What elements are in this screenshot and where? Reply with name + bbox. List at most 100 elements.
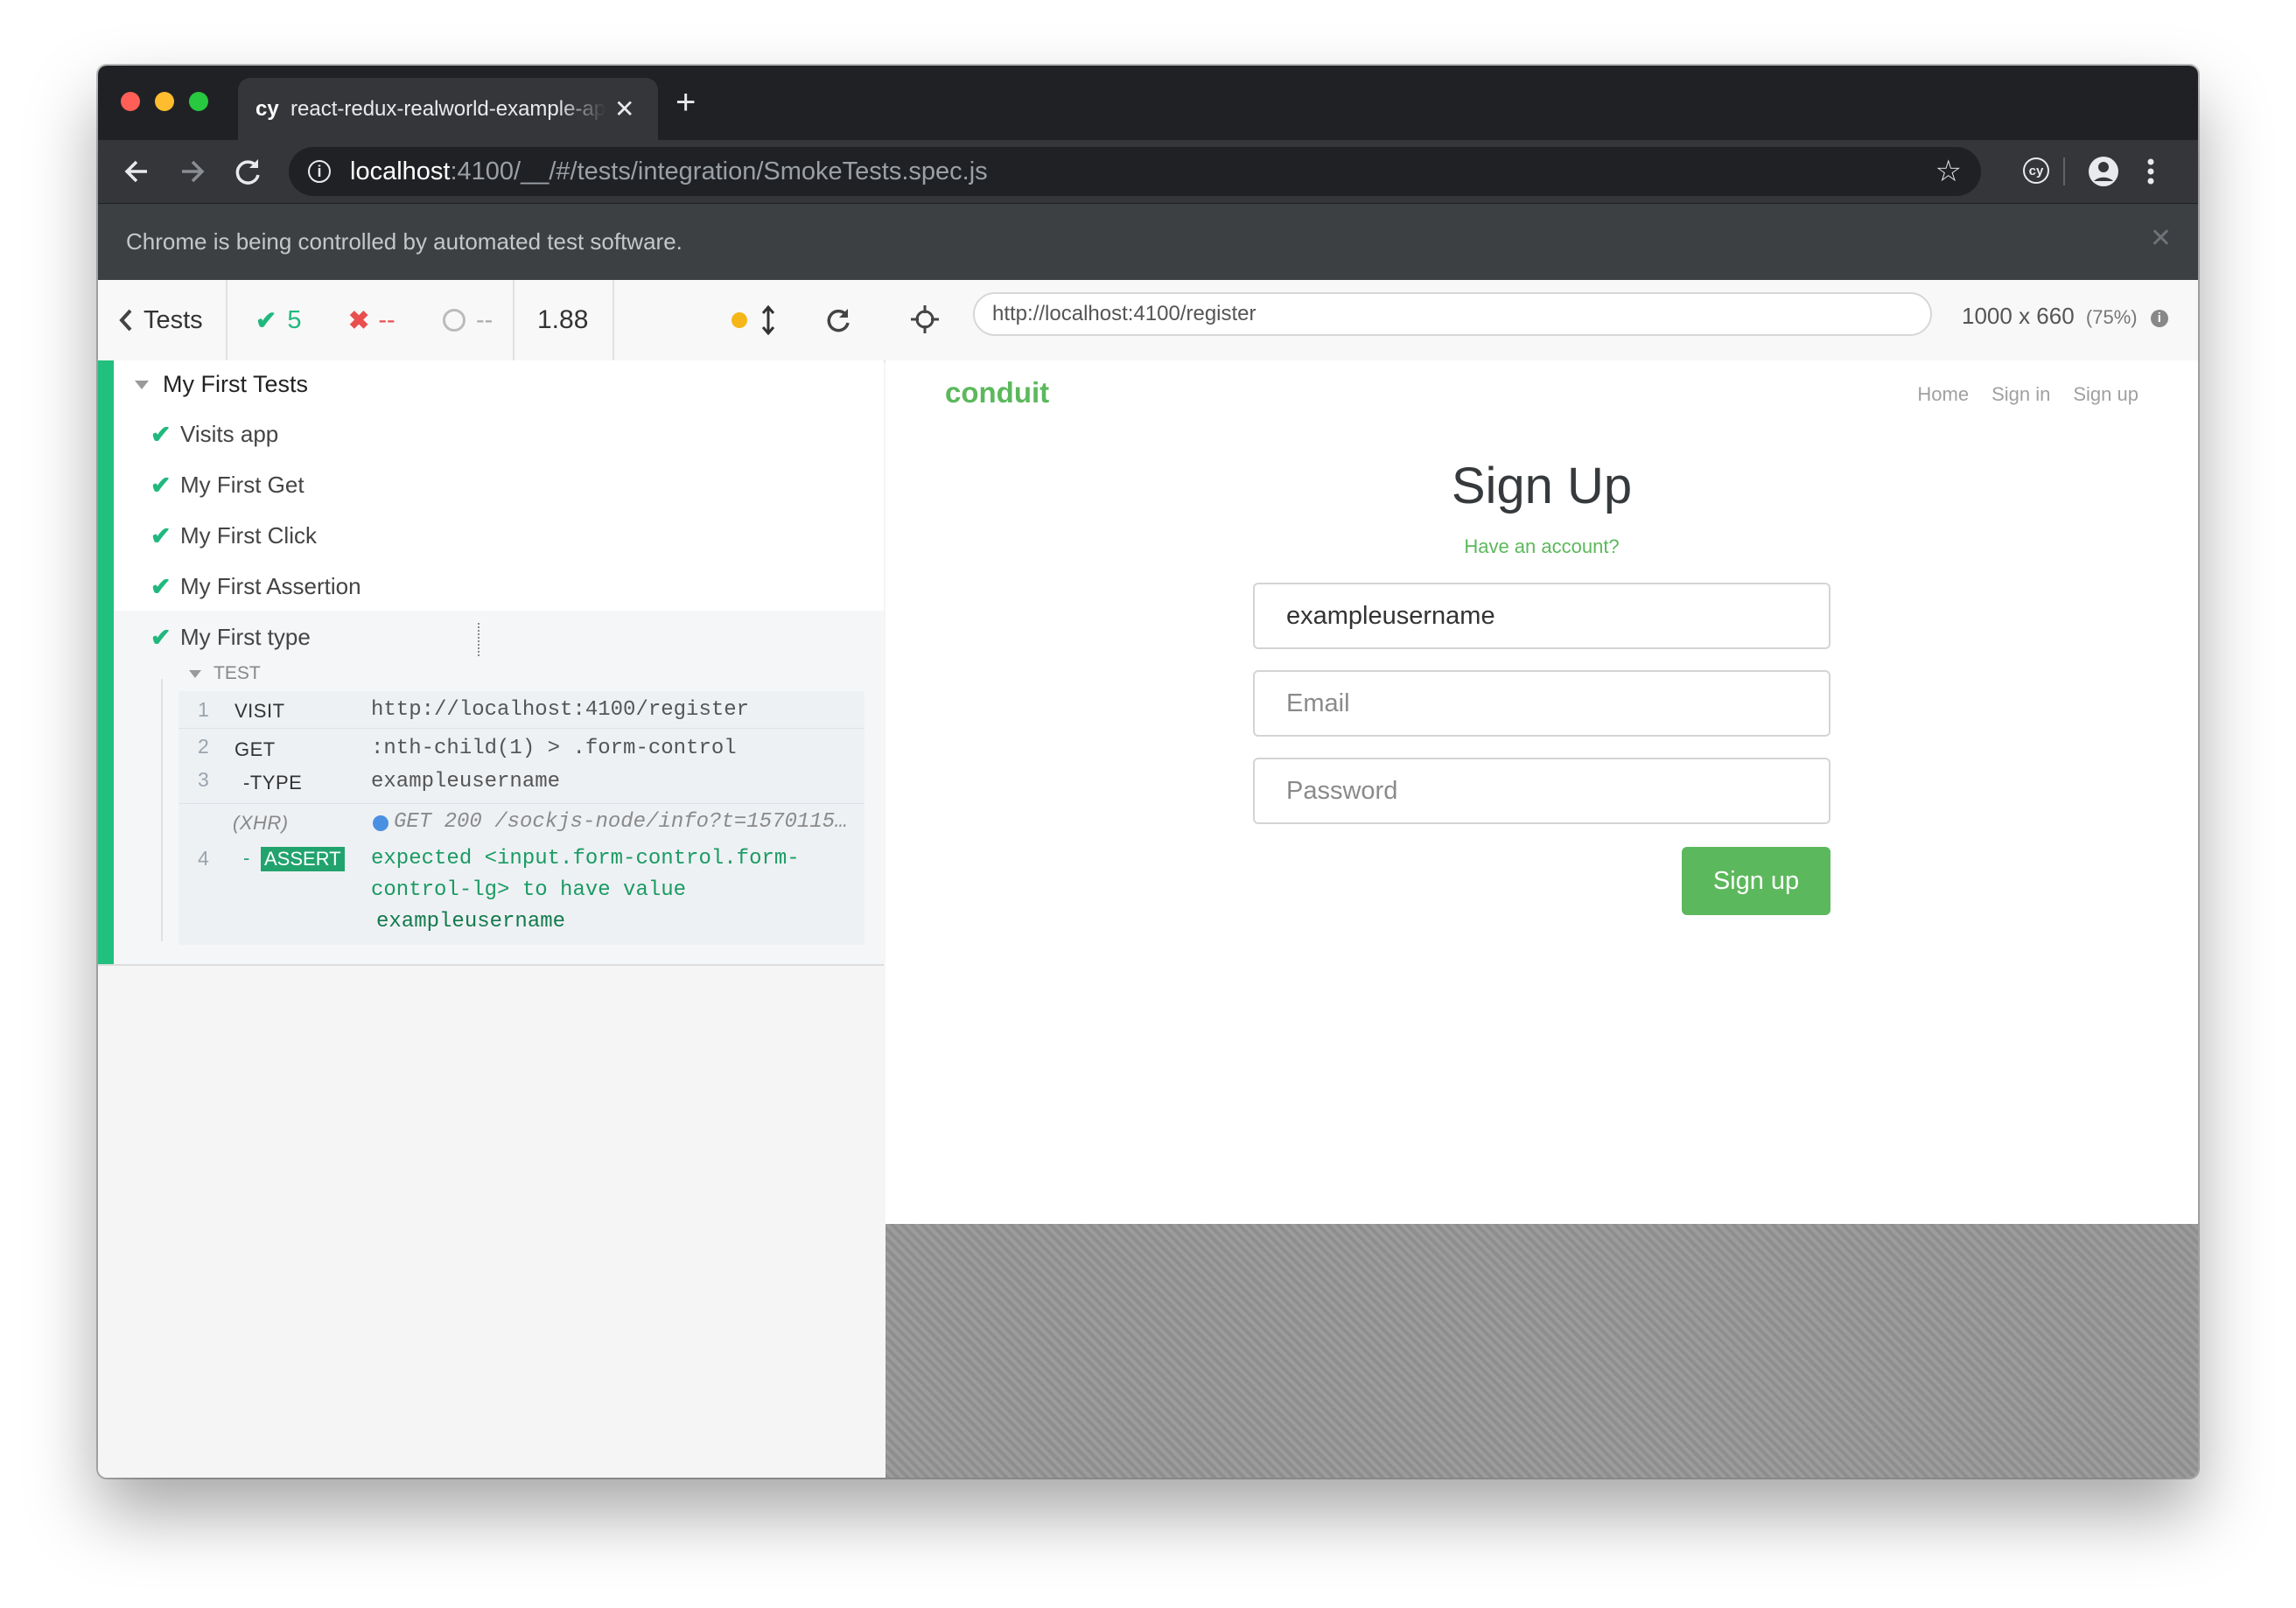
command-name: VISIT [234,700,285,722]
command-row[interactable]: 3 -TYPE exampleusername [178,766,864,804]
bookmark-star-icon[interactable]: ☆ [1936,154,1962,189]
command-number: 2 [198,735,209,758]
minimize-window-button[interactable] [155,92,174,111]
toolbar-divider [2063,157,2065,185]
maximize-window-button[interactable] [189,92,208,111]
failed-stat: ✖ -- [348,280,396,360]
browser-menu-icon[interactable] [2146,152,2156,195]
nav-link-home[interactable]: Home [1917,383,1969,406]
pass-check-icon: ✔ [150,522,172,549]
collapse-triangle-icon[interactable] [135,380,149,389]
pending-stat: -- [443,280,493,360]
url-path: :4100/__/#/tests/integration/SmokeTests.… [450,157,988,185]
passed-check-icon: ✔ [256,306,277,335]
reload-icon [235,159,260,185]
xhr-status-dot-icon [373,815,388,831]
command-name: -TYPE [243,772,303,794]
sign-up-button[interactable]: Sign up [1682,847,1830,915]
passed-stat: ✔ 5 [256,280,301,360]
tests-back-button[interactable]: Tests [117,280,203,360]
command-row[interactable]: 2 GET :nth-child(1) > .form-control [178,728,864,766]
infobar-close-icon[interactable]: ✕ [2150,223,2172,254]
failed-count: -- [378,305,396,334]
username-field[interactable]: exampleusername [1253,583,1830,649]
back-button[interactable] [122,152,150,200]
pass-check-icon: ✔ [150,573,172,600]
aut-url-field[interactable]: http://localhost:4100/register [973,292,1932,336]
conduit-logo[interactable]: conduit [945,376,1049,409]
profile-avatar-icon[interactable] [2086,152,2121,195]
new-tab-button[interactable]: + [676,85,696,120]
url-host: localhost [350,157,451,185]
assert-message-line1: expected <input.form-control.form- [371,847,800,870]
run-duration: 1.88 [537,305,589,334]
viewport-background [886,1224,2198,1478]
browser-window: cy react-redux-realworld-example-app ✕ +… [98,66,2198,1478]
address-bar[interactable]: i localhost:4100/__/#/tests/integration/… [289,147,1981,196]
command-number: 1 [198,698,209,721]
email-field[interactable]: Email [1253,670,1830,737]
rerun-icon [827,309,850,332]
pending-count: -- [476,305,494,334]
assert-row[interactable]: 4 - ASSERT expected <input.form-control.… [178,842,864,945]
nav-link-sign-up[interactable]: Sign up [2073,383,2138,406]
xhr-row[interactable]: (XHR) GET 200 /sockjs-node/info?t=157011… [178,803,864,842]
suite-runnable: My First Tests ✔ Visits app ✔ My First G… [98,360,884,966]
automation-infobar: Chrome is being controlled by automated … [98,203,2198,281]
rerun-button[interactable] [824,280,852,360]
page-title: Sign Up [1451,458,1633,514]
header-divider [226,280,228,360]
reload-button[interactable] [233,152,262,200]
hook-header[interactable]: TEST [189,663,261,684]
pass-check-icon: ✔ [150,624,172,651]
app-iframe: conduit Home Sign in Sign up Sign Up Hav… [886,360,2198,1224]
have-account-link[interactable]: Have an account? [886,535,2198,558]
pass-check-icon: ✔ [150,421,172,448]
command-message: exampleusername [371,770,561,794]
test-row[interactable]: ✔ My First Click [150,521,317,550]
forward-button[interactable] [178,152,206,200]
command-row[interactable]: 1 VISIT http://localhost:4100/register [178,691,864,729]
command-message: GET 200 /sockjs-node/info?t=1570115… [394,810,848,834]
assert-prefix: - [243,847,250,869]
browser-tab[interactable]: cy react-redux-realworld-example-app ✕ [238,78,658,140]
viewport-size: 1000 x 660 [1962,303,2075,329]
test-row[interactable]: ✔ My First Assertion [150,572,361,601]
header-divider [513,280,514,360]
extension-label: cy [2023,157,2049,184]
assert-message-line3: exampleusername [376,910,566,933]
pass-check-icon: ✔ [150,472,172,499]
test-title: Visits app [180,421,279,447]
command-log: 1 VISIT http://localhost:4100/register 2… [178,691,864,945]
cypress-reporter: Tests ✔ 5 ✖ -- -- 1.88 My First Tests ✔ … [98,280,887,1478]
window-controls [121,92,208,111]
command-number: 3 [198,768,209,791]
close-window-button[interactable] [121,92,140,111]
test-title: My First Click [180,522,317,549]
test-row[interactable]: ✔ My First Get [150,471,304,500]
cypress-favicon-icon: cy [256,96,279,121]
aut-header: http://localhost:4100/register 1000 x 66… [886,280,2198,362]
infobar-message: Chrome is being controlled by automated … [126,228,682,255]
pending-circle-icon [443,309,466,332]
nav-link-sign-in[interactable]: Sign in [1992,383,2050,406]
browser-toolbar: i localhost:4100/__/#/tests/integration/… [98,140,2198,203]
test-title: My First Assertion [180,573,361,599]
auto-scroll-toggle-icon[interactable] [761,280,775,360]
password-field[interactable]: Password [1253,758,1830,824]
viewport-info-icon[interactable]: i [2150,310,2168,327]
test-row-active[interactable]: ✔ My First type [150,623,311,652]
viewport-info: 1000 x 660 (75%) i [1962,303,2168,330]
site-info-icon[interactable]: i [308,160,331,183]
cypress-extension-icon[interactable]: cy [2023,152,2049,184]
suite-title-row[interactable]: My First Tests [135,371,308,398]
test-title: My First Get [180,472,304,498]
hook-collapse-icon[interactable] [189,669,201,678]
failed-x-icon: ✖ [348,306,370,335]
forward-arrow-icon [182,160,205,183]
test-row[interactable]: ✔ Visits app [150,420,278,449]
selector-playground-icon[interactable] [910,304,940,339]
command-message: http://localhost:4100/register [371,698,750,722]
suite-status-bar [98,360,114,964]
tab-close-icon[interactable]: ✕ [614,94,634,123]
